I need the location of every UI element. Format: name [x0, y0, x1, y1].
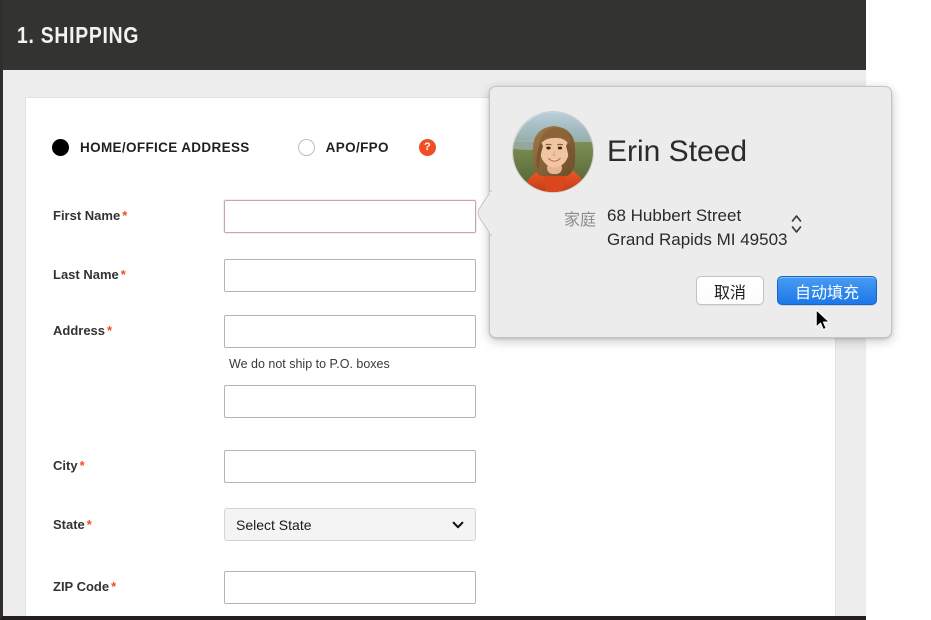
autofill-popover: Erin Steed 家庭 68 Hubbert Street Grand Ra… [489, 86, 892, 338]
label-address: Address* [53, 323, 112, 338]
required-marker: * [121, 267, 126, 282]
label-city-text: City [53, 458, 78, 473]
label-state: State* [53, 517, 92, 532]
autofill-address-line1: 68 Hubbert Street [607, 204, 788, 228]
screen-root: 1. SHIPPING HOME/OFFICE ADDRESS APO/FPO … [0, 0, 931, 620]
radio-option-home-office[interactable]: HOME/OFFICE ADDRESS [52, 139, 250, 156]
page-title: 1. SHIPPING [17, 22, 139, 49]
contact-avatar [512, 111, 594, 193]
avatar-photo [513, 112, 594, 193]
label-zip-code: ZIP Code* [53, 579, 116, 594]
city-input[interactable] [224, 450, 476, 483]
first-name-input[interactable] [224, 200, 476, 233]
autofill-button-row: 取消 自动填充 [696, 276, 877, 305]
address-type-radio-group: HOME/OFFICE ADDRESS APO/FPO ? [52, 136, 436, 158]
up-down-stepper-icon[interactable] [790, 211, 803, 237]
radio-option-apo-fpo[interactable]: APO/FPO [298, 139, 389, 156]
address-line2-input[interactable] [224, 385, 476, 418]
autofill-contact-name: Erin Steed [607, 135, 747, 169]
last-name-input[interactable] [224, 259, 476, 292]
label-last-name: Last Name* [53, 267, 126, 282]
radio-selected-icon[interactable] [52, 139, 69, 156]
autofill-button[interactable]: 自动填充 [777, 276, 877, 305]
required-marker: * [87, 517, 92, 532]
popover-tail-icon [478, 191, 491, 235]
radio-label-apo-fpo: APO/FPO [326, 140, 389, 155]
label-address-text: Address [53, 323, 105, 338]
label-city: City* [53, 458, 85, 473]
state-select[interactable]: Select State [224, 508, 476, 541]
label-zip-code-text: ZIP Code [53, 579, 109, 594]
cancel-button[interactable]: 取消 [696, 276, 764, 305]
state-select-value: Select State [236, 517, 452, 533]
required-marker: * [122, 208, 127, 223]
radio-label-home-office: HOME/OFFICE ADDRESS [80, 140, 250, 155]
required-marker: * [107, 323, 112, 338]
zip-code-input[interactable] [224, 571, 476, 604]
label-state-text: State [53, 517, 85, 532]
radio-unselected-icon[interactable] [298, 139, 315, 156]
address-line1-input[interactable] [224, 315, 476, 348]
required-marker: * [80, 458, 85, 473]
autofill-address-kind-label: 家庭 [536, 206, 596, 230]
shipping-section-header: 1. SHIPPING [3, 0, 866, 70]
label-last-name-text: Last Name [53, 267, 119, 282]
label-first-name: First Name* [53, 208, 127, 223]
label-first-name-text: First Name [53, 208, 120, 223]
address-po-box-note: We do not ship to P.O. boxes [229, 357, 390, 371]
help-question-icon[interactable]: ? [419, 139, 436, 156]
chevron-down-icon [452, 519, 464, 531]
required-marker: * [111, 579, 116, 594]
autofill-address-line2: Grand Rapids MI 49503 [607, 228, 788, 252]
autofill-address-block: 68 Hubbert Street Grand Rapids MI 49503 [607, 204, 788, 252]
